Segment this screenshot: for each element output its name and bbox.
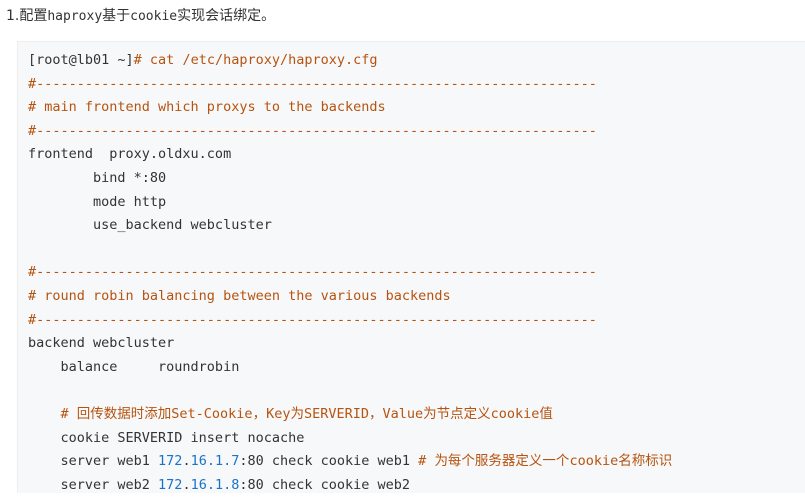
code-line: use_backend webcluster bbox=[28, 214, 672, 238]
code-text: server web2 bbox=[28, 476, 159, 493]
code-comment: 为节点定义 bbox=[423, 405, 491, 422]
code-lines: [root@lb01 ~]# cat /etc/haproxy/haproxy.… bbox=[28, 49, 672, 497]
heading-text-middle: 基于 bbox=[102, 8, 131, 24]
code-comment: cookie bbox=[490, 405, 540, 422]
code-comment: # main frontend which proxys to the back… bbox=[28, 99, 386, 116]
code-comment: #---------------------------------------… bbox=[28, 75, 597, 92]
code-comment: Set-Cookie bbox=[171, 405, 253, 422]
section-heading: 1.配置haproxy基于cookie实现会话绑定。 bbox=[6, 3, 275, 29]
code-comment: 回传数据时添加 bbox=[76, 405, 172, 422]
code-line: balance roundrobin bbox=[28, 356, 672, 380]
code-line: server web1 172.16.1.7:80 check cookie w… bbox=[28, 450, 673, 474]
code-text: server web1 bbox=[28, 453, 159, 470]
code-comment: #---------------------------------------… bbox=[28, 311, 597, 328]
code-number: 172 bbox=[158, 453, 183, 470]
code-comment: 为 bbox=[290, 405, 304, 422]
code-comment: # round robin balancing between the vari… bbox=[28, 287, 451, 304]
code-text: bind *:80 bbox=[28, 169, 167, 186]
code-comment: 值 bbox=[539, 405, 553, 422]
code-comment: SERVERID bbox=[303, 405, 369, 422]
code-line: #---------------------------------------… bbox=[28, 261, 672, 285]
code-number: 16.1.7 bbox=[190, 453, 240, 470]
code-text: frontend proxy.oldxu.com bbox=[28, 146, 232, 163]
code-text: [root@lb01 ~] bbox=[28, 52, 134, 68]
code-line: ​ bbox=[28, 238, 672, 262]
code-comment: # cat /etc/haproxy/haproxy.cfg bbox=[133, 52, 378, 68]
code-line: frontend proxy.oldxu.com bbox=[28, 143, 672, 167]
code-line: [root@lb01 ~]# cat /etc/haproxy/haproxy.… bbox=[28, 49, 672, 73]
code-line: # 回传数据时添加Set-Cookie，Key为SERVERID，Value为节… bbox=[28, 403, 672, 427]
heading-text-suffix: 实现会话绑定。 bbox=[177, 8, 276, 24]
code-number: 16.1.8 bbox=[190, 476, 240, 493]
code-comment: #---------------------------------------… bbox=[28, 122, 597, 139]
code-line: # round robin balancing between the vari… bbox=[28, 285, 672, 309]
code-line: #---------------------------------------… bbox=[28, 73, 672, 97]
code-text: :80 check cookie web1 bbox=[239, 453, 419, 470]
heading-text-prefix: 1.配置 bbox=[6, 8, 48, 24]
heading-code-haproxy: haproxy bbox=[47, 9, 103, 24]
code-comment: ， bbox=[368, 405, 383, 422]
code-comment: # bbox=[418, 453, 435, 470]
code-line: backend webcluster bbox=[28, 332, 672, 356]
code-text: mode http bbox=[28, 193, 167, 210]
heading-code-cookie: cookie bbox=[130, 9, 178, 24]
code-text: balance roundrobin bbox=[28, 358, 240, 375]
code-text: use_backend webcluster bbox=[28, 217, 272, 234]
code-comment: 名称标识 bbox=[618, 453, 673, 470]
code-text: cookie SERVERID insert nocache bbox=[28, 429, 305, 446]
code-line: mode http bbox=[28, 191, 672, 215]
code-comment: Key bbox=[266, 405, 291, 422]
code-comment: cookie bbox=[569, 453, 619, 470]
code-block[interactable]: [root@lb01 ~]# cat /etc/haproxy/haproxy.… bbox=[17, 41, 805, 493]
code-line: #---------------------------------------… bbox=[28, 120, 672, 144]
code-line: ​ bbox=[28, 379, 672, 403]
code-line: server web2 172.16.1.8:80 check cookie w… bbox=[28, 474, 672, 498]
code-comment: 为每个服务器定义一个 bbox=[434, 453, 570, 470]
code-line: cookie SERVERID insert nocache bbox=[28, 427, 672, 451]
code-text: :80 check cookie web2 bbox=[239, 476, 411, 493]
code-comment: Value bbox=[382, 405, 424, 422]
code-comment: # bbox=[60, 405, 77, 422]
code-text: . bbox=[182, 476, 191, 493]
code-comment: #---------------------------------------… bbox=[28, 264, 597, 281]
code-comment: ， bbox=[252, 405, 267, 422]
code-number: 172 bbox=[158, 476, 183, 493]
code-text: . bbox=[182, 453, 191, 470]
code-text: backend webcluster bbox=[28, 335, 175, 352]
code-line: bind *:80 bbox=[28, 167, 672, 191]
code-line: #---------------------------------------… bbox=[28, 309, 672, 333]
code-line: # main frontend which proxys to the back… bbox=[28, 96, 672, 120]
